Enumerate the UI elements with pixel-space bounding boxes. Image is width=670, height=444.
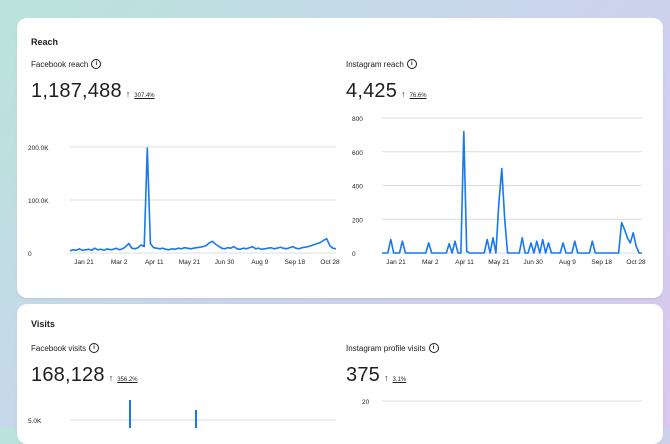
- x-tick-label: May 21: [488, 259, 510, 266]
- facebook-visits-value: 168,128: [31, 364, 105, 386]
- instagram-reach-value: 4,425: [346, 80, 398, 102]
- y-tick-label: 20: [362, 399, 370, 406]
- facebook-reach-trend[interactable]: 307.4%: [134, 93, 154, 99]
- y-tick-label: 800: [352, 116, 363, 123]
- series-line: [382, 130, 642, 254]
- info-icon[interactable]: i: [406, 59, 417, 69]
- y-tick-label: 400: [352, 184, 363, 191]
- instagram-profile-visits-trend[interactable]: 3.1%: [392, 377, 406, 383]
- x-tick-label: Jun 30: [215, 259, 235, 266]
- x-tick-label: Jan 21: [74, 259, 94, 266]
- y-tick-label: 100.0K: [28, 198, 49, 205]
- x-tick-label: Sep 18: [591, 259, 612, 266]
- x-tick-label: Oct 28: [626, 259, 646, 266]
- x-tick-label: May 21: [179, 259, 201, 266]
- trend-up-icon: ↑: [125, 89, 131, 99]
- facebook-visits-label-text: Facebook visits: [31, 343, 87, 353]
- instagram-profile-visits-value: 375: [346, 364, 380, 386]
- x-tick-label: Jun 30: [523, 259, 543, 266]
- instagram-reach-label: Instagram reach i: [346, 59, 417, 69]
- x-tick-label: Aug 9: [559, 259, 576, 266]
- y-tick-label: 5.0K: [28, 418, 42, 425]
- facebook-visits-trend[interactable]: 356.2%: [117, 377, 137, 383]
- reach-section-title: Reach: [31, 37, 59, 47]
- instagram-reach-chart[interactable]: 0 200 400 600 800 Jan 21 Mar 2 Apr 11 May 21 Jun …: [346, 110, 646, 270]
- info-icon[interactable]: i: [428, 343, 439, 353]
- trend-up-icon: ↑: [383, 373, 389, 383]
- instagram-profile-visits-chart[interactable]: 20: [346, 392, 646, 428]
- facebook-visits-metric: 168,128 ↑ 356.2%: [31, 364, 138, 387]
- facebook-reach-label-text: Facebook reach: [31, 59, 89, 69]
- info-icon[interactable]: i: [89, 343, 100, 353]
- instagram-profile-visits-label-text: Instagram profile visits: [346, 343, 426, 353]
- y-tick-label: 200.0K: [28, 145, 49, 152]
- facebook-reach-value: 1,187,488: [31, 80, 122, 102]
- y-tick-label: 600: [352, 150, 363, 157]
- info-icon[interactable]: i: [91, 59, 102, 69]
- x-tick-label: Aug 9: [251, 259, 268, 266]
- instagram-reach-label-text: Instagram reach: [346, 59, 404, 69]
- facebook-reach-label: Facebook reach i: [31, 59, 102, 69]
- y-tick-label: 0: [28, 251, 32, 258]
- facebook-visits-chart[interactable]: 5.0K: [28, 400, 340, 428]
- instagram-reach-trend[interactable]: 76.6%: [410, 93, 427, 99]
- visits-section-title: Visits: [31, 319, 55, 329]
- x-tick-label: Mar 2: [422, 259, 439, 266]
- x-tick-label: Mar 2: [111, 259, 128, 266]
- facebook-reach-metric: 1,187,488 ↑ 307.4%: [31, 80, 155, 103]
- instagram-reach-metric: 4,425 ↑ 76.6%: [346, 80, 427, 103]
- trend-up-icon: ↑: [401, 89, 406, 99]
- x-tick-label: Apr 11: [455, 259, 474, 266]
- x-tick-label: Jan 21: [386, 259, 406, 266]
- x-tick-label: Oct 28: [320, 259, 340, 266]
- x-tick-label: Apr 11: [145, 259, 164, 266]
- instagram-profile-visits-metric: 375 ↑ 3.1%: [346, 364, 406, 387]
- y-tick-label: 200: [352, 217, 363, 224]
- instagram-profile-visits-label: Instagram profile visits i: [346, 343, 439, 353]
- facebook-reach-chart[interactable]: 0 100.0K 200.0K Jan 21 Mar 2 Apr 11 May 21 Jun …: [28, 135, 340, 270]
- trend-up-icon: ↑: [108, 373, 114, 383]
- x-tick-label: Sep 18: [285, 259, 306, 266]
- y-tick-label: 0: [352, 251, 356, 258]
- facebook-visits-label: Facebook visits i: [31, 343, 100, 353]
